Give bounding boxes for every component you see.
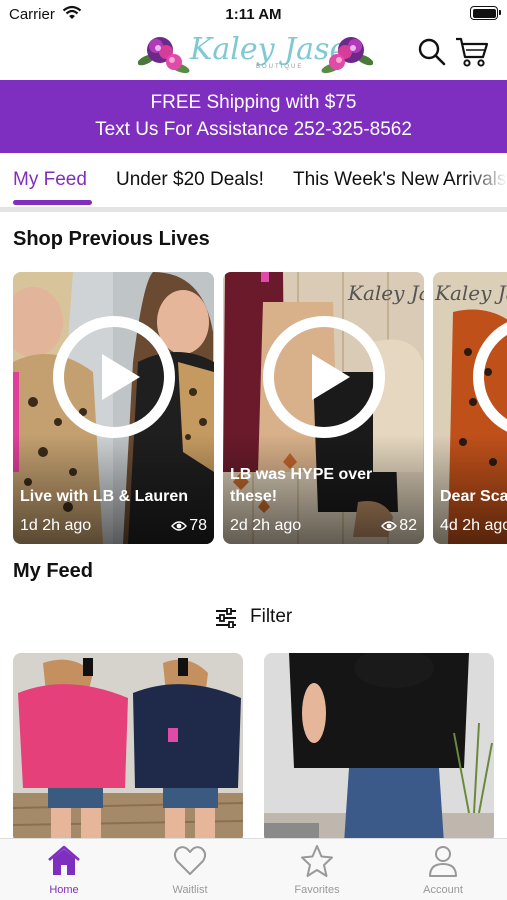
nav-account[interactable]: Account (388, 844, 498, 896)
play-icon[interactable] (263, 316, 385, 438)
cart-icon[interactable] (455, 36, 489, 68)
home-icon (48, 845, 80, 875)
live-card[interactable]: Kaley Jase LB was HYPE over these! 2d 2h… (223, 272, 424, 544)
tabs-fade (467, 153, 507, 203)
live-views-value: 78 (189, 517, 207, 534)
live-time-ago: 4d 2h ago (440, 517, 507, 534)
status-bar: Carrier 1:11 AM (0, 0, 507, 28)
nav-waitlist-label: Waitlist (172, 884, 208, 896)
person-icon (429, 846, 457, 877)
sliders-icon (216, 608, 236, 628)
nav-home[interactable]: Home (9, 844, 119, 896)
flower-left-icon (138, 37, 190, 74)
active-tab-indicator (13, 200, 92, 205)
flower-right-icon (321, 37, 373, 74)
live-title: LB was HYPE over these! (230, 466, 373, 505)
live-time-ago: 2d 2h ago (230, 517, 302, 534)
live-view-count: 78 (171, 517, 207, 535)
brand-logo[interactable]: Kaley Jase BOUTIQUE (138, 30, 373, 76)
category-tabs: My Feed Under $20 Deals! This Week's New… (0, 153, 507, 209)
live-views-value: 82 (399, 517, 417, 534)
eye-icon (171, 521, 188, 531)
live-card[interactable]: Kaley Jase Dear Scarlett Exclusive 4d 2h… (433, 272, 507, 544)
battery-icon (470, 6, 501, 20)
feed-section-title: My Feed (13, 560, 94, 582)
filter-label: Filter (250, 606, 293, 627)
tabs-divider (0, 207, 507, 212)
nav-waitlist[interactable]: Waitlist (135, 844, 245, 896)
live-view-count: 82 (381, 517, 417, 535)
logo-subtext: BOUTIQUE (256, 64, 304, 70)
live-time-ago: 1d 2h ago (20, 517, 92, 534)
nav-favorites[interactable]: Favorites (262, 844, 372, 896)
banner-contact-text: Text Us For Assistance 252-325-8562 (95, 119, 412, 140)
play-icon[interactable] (53, 316, 175, 438)
tab-my-feed[interactable]: My Feed (13, 169, 87, 191)
feed-product-card[interactable] (264, 653, 494, 843)
lives-section-title: Shop Previous Lives (13, 228, 210, 250)
nav-home-label: Home (49, 884, 79, 896)
live-card[interactable]: Live with LB & Lauren 1d 2h ago 78 (13, 272, 214, 544)
product-image (264, 653, 494, 843)
clock: 1:11 AM (225, 6, 282, 23)
bottom-tab-bar: Home Waitlist Favorites Account (0, 838, 507, 900)
svg-text:Kaley Jase: Kaley Jase (434, 281, 507, 305)
search-icon[interactable] (418, 38, 446, 66)
nav-account-label: Account (423, 884, 463, 896)
nav-favorites-label: Favorites (294, 884, 340, 896)
svg-text:Kaley Jase: Kaley Jase (347, 281, 424, 305)
tab-under-20-deals[interactable]: Under $20 Deals! (116, 169, 264, 191)
live-title: Dear Scarlett Exclusive (440, 488, 507, 505)
banner-shipping-text: FREE Shipping with $75 (150, 92, 357, 113)
star-icon (301, 845, 333, 877)
promo-banner[interactable]: FREE Shipping with $75 Text Us For Assis… (0, 80, 507, 153)
feed-product-card[interactable] (13, 653, 243, 843)
eye-icon (381, 521, 398, 531)
app-header: Kaley Jase BOUTIQUE (0, 28, 507, 80)
heart-icon (173, 846, 207, 875)
lives-carousel[interactable]: Live with LB & Lauren 1d 2h ago 78 Kaley… (13, 272, 507, 544)
product-image (13, 653, 243, 843)
live-title: Live with LB & Lauren (20, 488, 189, 505)
